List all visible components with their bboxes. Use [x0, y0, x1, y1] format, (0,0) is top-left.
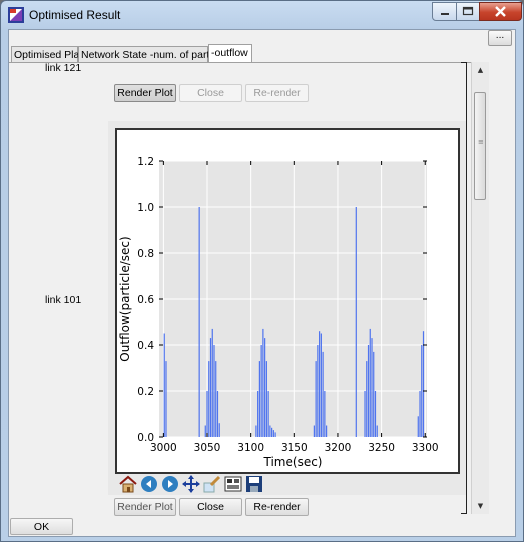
- bar: [355, 207, 357, 437]
- bar: [265, 361, 267, 437]
- bar: [272, 430, 274, 437]
- x-tick-label: 3050: [194, 442, 221, 454]
- title-bar: Optimised Result: [1, 1, 523, 29]
- y-axis-label: Outflow(particle/sec): [118, 236, 132, 361]
- bar: [258, 361, 260, 437]
- app-icon: [8, 7, 24, 23]
- panel-frame-edge: [461, 62, 467, 514]
- more-options-button[interactable]: ...: [488, 30, 512, 46]
- bar: [319, 331, 321, 437]
- scroll-up-arrow-icon[interactable]: ▲: [472, 62, 489, 78]
- grip-icon: ≡: [478, 138, 484, 146]
- pan-icon[interactable]: [182, 475, 200, 493]
- row-label-link-101: link 101: [45, 294, 82, 306]
- x-tick-label: 3200: [325, 442, 352, 454]
- bar: [209, 338, 212, 437]
- bar: [257, 391, 259, 437]
- back-icon[interactable]: [140, 475, 158, 493]
- bar: [374, 391, 377, 437]
- bar: [213, 345, 215, 437]
- bar: [317, 345, 319, 437]
- y-tick-label: 0.2: [137, 386, 154, 398]
- bar: [208, 361, 210, 437]
- render-plot-button-bottom[interactable]: Render Plot: [114, 498, 176, 516]
- close-window-button[interactable]: [479, 2, 522, 21]
- tab-network-state[interactable]: Network State -num. of particle: [78, 46, 225, 63]
- tab-optimised-plan[interactable]: Optimised Plan: [11, 46, 85, 63]
- scroll-down-arrow-icon[interactable]: ▼: [472, 498, 489, 514]
- vertical-scrollbar[interactable]: ▲ ≡ ▼: [471, 62, 489, 514]
- x-tick-label: 3250: [368, 442, 395, 454]
- y-tick-label: 1.2: [137, 156, 154, 168]
- bar: [367, 345, 370, 437]
- bar: [324, 391, 326, 437]
- render-plot-button-top[interactable]: Render Plot: [114, 84, 176, 102]
- forward-icon[interactable]: [161, 475, 179, 493]
- bar: [264, 338, 266, 437]
- tab-outflow[interactable]: -outflow: [208, 44, 252, 63]
- minimize-icon: [441, 13, 449, 15]
- bar: [206, 391, 208, 437]
- maximize-icon: [462, 6, 474, 16]
- bar: [320, 333, 322, 437]
- bar: [373, 351, 375, 437]
- outflow-chart: 0.00.20.40.60.81.01.2 3000 3050 3100 3150 32…: [118, 156, 439, 469]
- bar: [313, 425, 315, 437]
- bar: [269, 425, 271, 437]
- bar: [326, 425, 328, 437]
- bar: [419, 391, 421, 437]
- bar: [274, 432, 276, 437]
- zoom-icon[interactable]: [203, 475, 221, 493]
- y-tick-label: 0.4: [137, 340, 154, 352]
- bar: [421, 345, 423, 437]
- bar: [364, 391, 366, 437]
- x-tick-label: 3300: [412, 442, 439, 454]
- bar: [366, 361, 368, 437]
- bar: [216, 391, 219, 437]
- maximize-button[interactable]: [456, 2, 480, 21]
- bar: [376, 425, 378, 437]
- bar: [215, 361, 217, 437]
- bar: [218, 423, 220, 437]
- bar: [315, 361, 317, 437]
- bar: [371, 338, 373, 437]
- bar: [163, 333, 165, 437]
- rerender-button-top[interactable]: Re-render: [245, 84, 309, 102]
- x-tick-label: 3100: [237, 442, 264, 454]
- bar: [204, 425, 206, 437]
- bar: [198, 207, 200, 437]
- subplot-config-icon[interactable]: [224, 475, 242, 493]
- bar: [271, 427, 273, 437]
- bar: [267, 391, 269, 437]
- y-tick-label: 0.6: [137, 294, 154, 306]
- minimize-button[interactable]: [432, 2, 457, 21]
- y-tick-label: 1.0: [137, 202, 154, 214]
- bar: [369, 328, 371, 437]
- bar: [255, 425, 257, 437]
- close-icon: [495, 6, 506, 17]
- bar: [422, 331, 425, 437]
- bar: [322, 351, 324, 437]
- window-title: Optimised Result: [29, 8, 121, 22]
- rerender-button-bottom[interactable]: Re-render: [245, 498, 309, 516]
- bar: [262, 328, 264, 437]
- plot-canvas-frame: 0.0 0.2 0.4 0.6 0.8 1.0 1.2 3000 3050 3100 3150 32…: [115, 128, 460, 474]
- x-tick-label: 3150: [281, 442, 308, 454]
- bar: [165, 361, 167, 437]
- scrollbar-thumb[interactable]: [474, 92, 486, 200]
- app-window: Optimised Result ... Optimised Plan Netw…: [0, 0, 524, 542]
- home-icon[interactable]: [119, 475, 137, 493]
- row-label-link-121: link 121: [45, 62, 82, 74]
- bar: [417, 416, 419, 437]
- x-tick-label: 3000: [150, 442, 177, 454]
- y-tick-label: 0.8: [137, 248, 154, 260]
- close-plot-button-top[interactable]: Close: [179, 84, 242, 102]
- bar: [260, 345, 262, 437]
- ok-button[interactable]: OK: [10, 518, 73, 535]
- bar: [211, 328, 213, 437]
- close-plot-button-bottom[interactable]: Close: [179, 498, 242, 516]
- x-axis-label: Time(sec): [263, 455, 323, 469]
- save-icon[interactable]: [245, 475, 263, 493]
